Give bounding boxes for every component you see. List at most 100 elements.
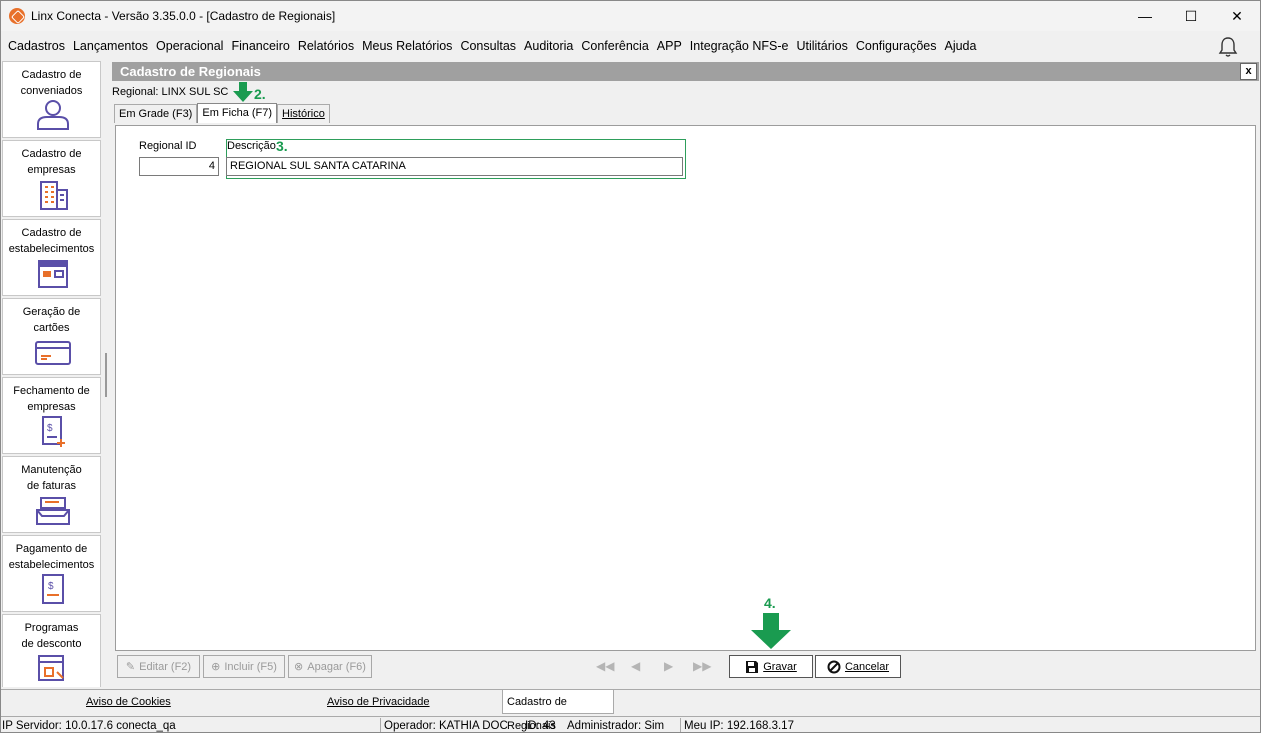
sidebar-item-conveniados[interactable]: Cadastro de conveniados	[2, 61, 101, 138]
bell-icon[interactable]	[1218, 36, 1238, 58]
sidebar-item-label: Geração de	[22, 306, 81, 318]
bottom-tabs: Aviso de Cookies Aviso de Privacidade Ca…	[1, 689, 1260, 732]
menu-meus-relatorios[interactable]: Meus Relatórios	[358, 39, 456, 53]
minimize-button[interactable]: —	[1122, 1, 1168, 31]
sidebar: Cadastro de conveniados Cadastro de empr…	[1, 61, 102, 687]
menu-utilitarios[interactable]: Utilitários	[792, 39, 851, 53]
menu-integracao-nfse[interactable]: Integração NFS-e	[686, 39, 793, 53]
step-3-label: 3.	[276, 138, 288, 154]
menu-bar: Cadastros Lançamentos Operacional Financ…	[1, 34, 1260, 58]
step-2-label: 2.	[254, 86, 266, 102]
menu-auditoria[interactable]: Auditoria	[520, 39, 577, 53]
sidebar-item-label: Programas	[24, 622, 79, 634]
green-arrow-down-icon	[751, 613, 791, 649]
action-toolbar: ✎ Editar (F2) ⊕ Incluir (F5) ⊗ Apagar (F…	[115, 655, 1256, 681]
tab-historico[interactable]: Histórico	[277, 104, 330, 123]
sidebar-item-label: de faturas	[27, 480, 76, 492]
apagar-button[interactable]: ⊗ Apagar (F6)	[288, 655, 372, 678]
status-admin: Administrador: Sim	[567, 720, 665, 732]
menu-configuracoes[interactable]: Configurações	[852, 39, 941, 53]
aviso-cookies-link[interactable]: Aviso de Cookies	[86, 690, 171, 714]
cancelar-button[interactable]: Cancelar	[815, 655, 901, 678]
tab-em-grade[interactable]: Em Grade (F3)	[114, 104, 198, 123]
sidebar-item-estabelecimentos[interactable]: Cadastro de estabelecimentos	[2, 219, 101, 296]
user-icon	[37, 100, 69, 130]
plus-circle-icon: ⊕	[211, 661, 221, 673]
inbox-icon	[36, 497, 70, 525]
card-icon	[35, 341, 71, 365]
maximize-button[interactable]: ☐	[1168, 1, 1214, 31]
store-icon	[38, 260, 68, 288]
close-window-button[interactable]: ✕	[1214, 1, 1260, 31]
menu-financeiro[interactable]: Financeiro	[227, 39, 293, 53]
editar-label: Editar (F2)	[139, 660, 192, 673]
cancelar-label: Cancelar	[844, 660, 890, 673]
sidebar-item-fechamento[interactable]: Fechamento de empresas $	[2, 377, 101, 454]
incluir-label: Incluir (F5)	[224, 660, 277, 673]
status-id: ID: 43	[525, 720, 556, 732]
regionais-panel: Cadastro de Regionais x Regional: LINX S…	[112, 62, 1259, 685]
sidebar-item-label: Cadastro de	[21, 227, 82, 239]
form-area: Regional ID 4 Descrição 3. REGIONAL SUL …	[115, 125, 1256, 651]
invoice-icon: $	[42, 416, 65, 447]
regional-id-field[interactable]: 4	[139, 157, 219, 176]
gravar-button[interactable]: Gravar	[729, 655, 813, 678]
menu-conferencia[interactable]: Conferência	[577, 39, 652, 53]
sidebar-item-label: estabelecimentos	[8, 559, 95, 571]
menu-lancamentos[interactable]: Lançamentos	[69, 39, 152, 53]
payment-icon: $	[42, 574, 64, 604]
pencil-icon: ✎	[125, 661, 136, 673]
regional-id-label: Regional ID	[139, 140, 197, 152]
menu-app[interactable]: APP	[653, 39, 686, 53]
sidebar-item-cartoes[interactable]: Geração de cartões	[2, 298, 101, 375]
next-record-icon[interactable]: ▶	[664, 659, 673, 673]
cancel-icon	[827, 660, 841, 673]
status-bar: IP Servidor: 10.0.17.6 conecta_qa Operad…	[1, 716, 1260, 732]
sidebar-item-label: Cadastro de	[21, 148, 82, 160]
incluir-button[interactable]: ⊕ Incluir (F5)	[203, 655, 285, 678]
sidebar-item-pagamento[interactable]: Pagamento de estabelecimentos $	[2, 535, 101, 612]
sidebar-splitter[interactable]	[105, 353, 107, 397]
sidebar-item-label: cartões	[33, 322, 70, 334]
sidebar-item-faturas[interactable]: Manutenção de faturas	[2, 456, 101, 533]
descricao-field[interactable]: REGIONAL SUL SANTA CATARINA	[226, 157, 683, 176]
step-4-label: 4.	[764, 595, 776, 611]
app-logo-icon	[9, 8, 25, 24]
sidebar-item-empresas[interactable]: Cadastro de empresas	[2, 140, 101, 217]
last-record-icon[interactable]: ▶▶	[693, 659, 711, 673]
sidebar-item-label: Manutenção	[21, 464, 82, 476]
sidebar-item-label: estabelecimentos	[8, 243, 95, 255]
discount-icon	[38, 655, 64, 681]
tab-em-ficha[interactable]: Em Ficha (F7)	[197, 103, 278, 123]
app-window: Linx Conecta - Versão 3.35.0.0 - [Cadast…	[0, 0, 1261, 733]
sidebar-item-desconto[interactable]: Programas de desconto	[2, 614, 101, 687]
status-ip: Meu IP: 192.168.3.17	[684, 720, 794, 732]
menu-relatorios[interactable]: Relatórios	[294, 39, 358, 53]
building-icon	[40, 181, 68, 210]
sidebar-item-label: empresas	[27, 164, 76, 176]
previous-record-icon[interactable]: ◀	[631, 659, 640, 673]
sidebar-item-label: Pagamento de	[15, 543, 88, 555]
menu-ajuda[interactable]: Ajuda	[940, 39, 980, 53]
view-tabs: Em Grade (F3) Em Ficha (F7) Histórico	[114, 103, 330, 123]
window-title: Linx Conecta - Versão 3.35.0.0 - [Cadast…	[31, 9, 336, 23]
panel-title: Cadastro de Regionais	[112, 62, 1259, 81]
status-servidor: IP Servidor: 10.0.17.6 conecta_qa	[2, 720, 176, 732]
editar-button[interactable]: ✎ Editar (F2)	[117, 655, 200, 678]
save-icon	[746, 660, 759, 673]
tab-cadastro-regionais[interactable]: Cadastro de Regionais	[502, 690, 614, 732]
sidebar-item-label: Fechamento de	[13, 385, 90, 397]
aviso-privacidade-link[interactable]: Aviso de Privacidade	[327, 690, 430, 714]
apagar-label: Apagar (F6)	[307, 660, 366, 673]
remove-circle-icon: ⊗	[294, 661, 304, 673]
menu-operacional[interactable]: Operacional	[152, 39, 227, 53]
panel-close-button[interactable]: x	[1240, 63, 1257, 80]
first-record-icon[interactable]: ◀◀	[596, 659, 614, 673]
svg-text:$: $	[48, 581, 54, 592]
gravar-label: Gravar	[763, 660, 797, 673]
menu-cadastros[interactable]: Cadastros	[4, 39, 69, 53]
descricao-label: Descrição	[227, 140, 276, 152]
svg-text:$: $	[47, 423, 53, 434]
menu-consultas[interactable]: Consultas	[456, 39, 520, 53]
title-bar: Linx Conecta - Versão 3.35.0.0 - [Cadast…	[1, 1, 1260, 31]
